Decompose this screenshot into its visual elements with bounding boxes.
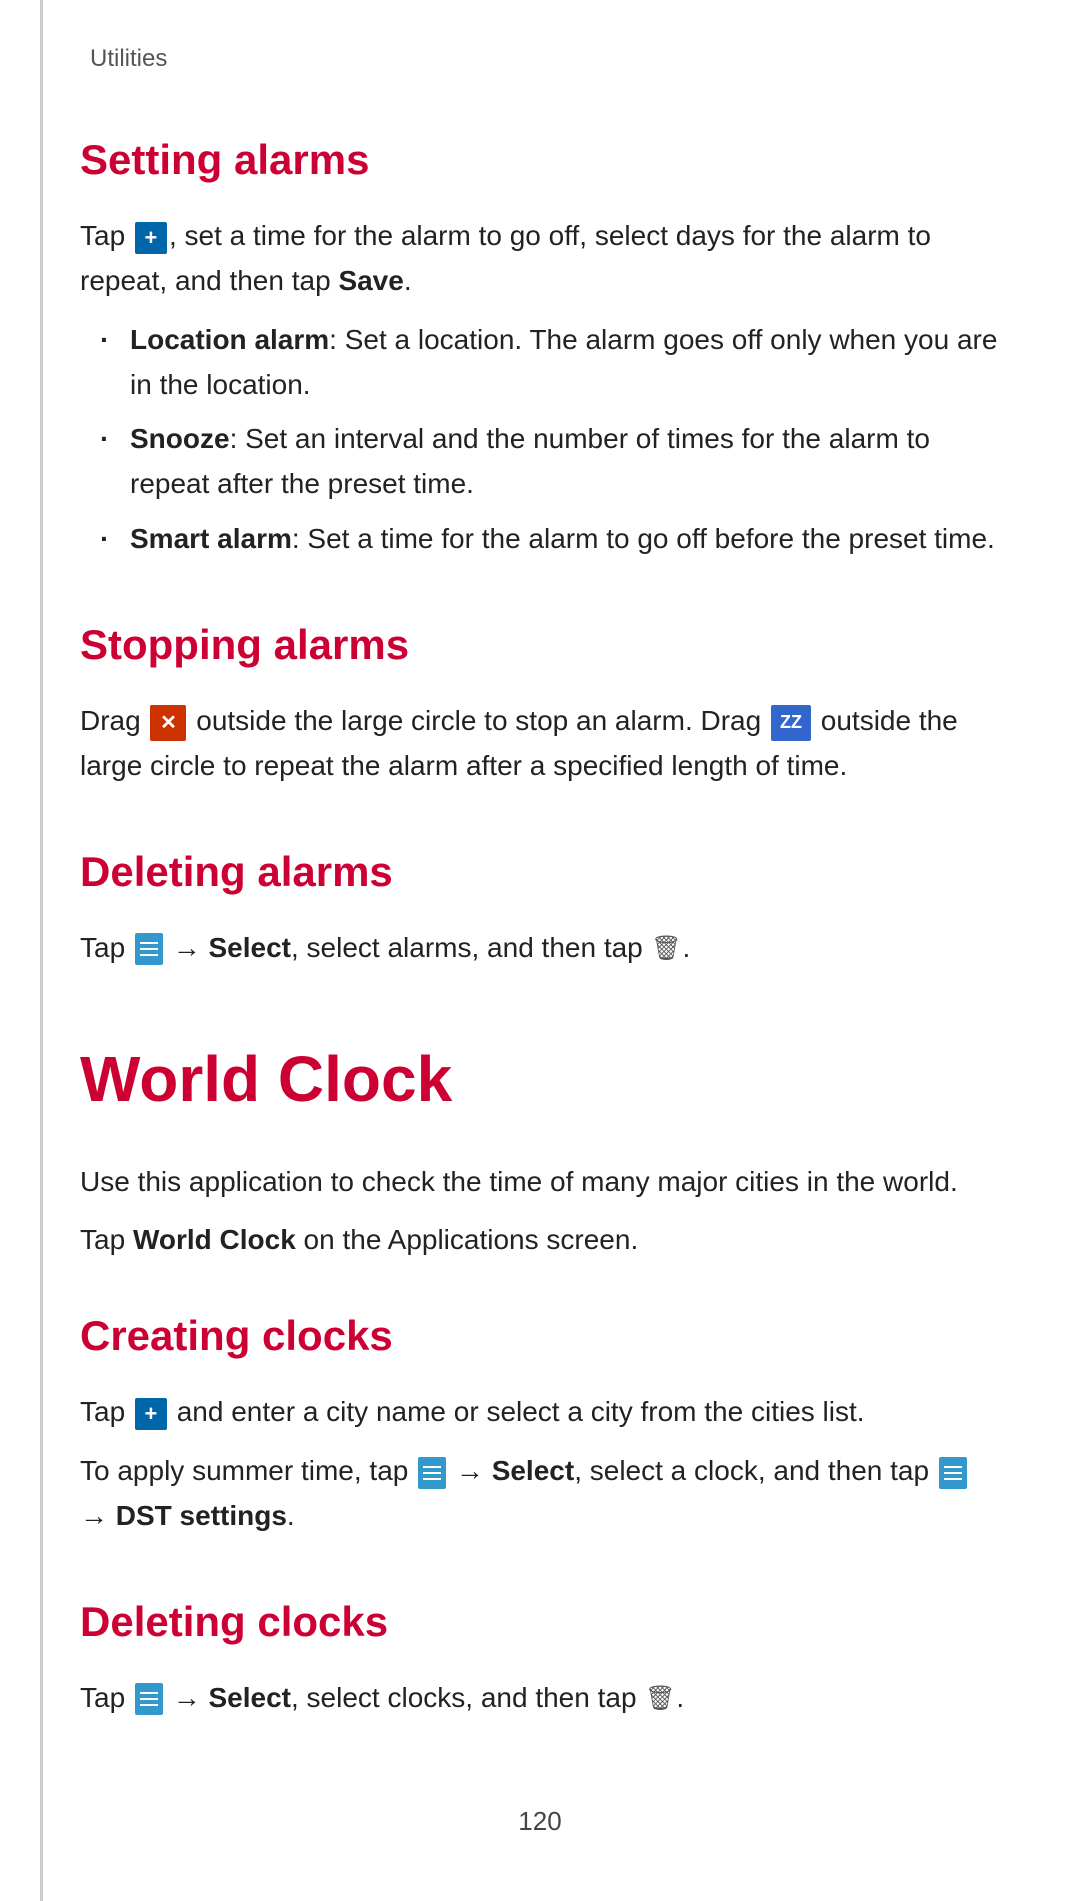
deleting-clocks-paragraph: Tap → Select, select clocks, and then ta…: [80, 1676, 1000, 1721]
snooze-label: Snooze: [130, 423, 230, 454]
world-clock-paragraph1: Use this application to check the time o…: [80, 1160, 1000, 1205]
creating-clocks-paragraph2: To apply summer time, tap → Select, sele…: [80, 1449, 1000, 1539]
world-clock-heading: World Clock: [80, 1030, 1000, 1129]
deleting-alarms-section: Deleting alarms Tap → Select, select ala…: [80, 839, 1000, 971]
page-number: 120: [80, 1801, 1000, 1841]
deleting-alarms-heading: Deleting alarms: [80, 839, 1000, 904]
creating-clocks-paragraph1: Tap + and enter a city name or select a …: [80, 1390, 1000, 1435]
menu-icon-creating: [418, 1457, 446, 1489]
list-item-snooze: Snooze: Set an interval and the number o…: [110, 417, 1000, 507]
select-bold-delete-alarms: Select: [209, 932, 292, 963]
list-item-location-alarm: Location alarm: Set a location. The alar…: [110, 318, 1000, 408]
setting-alarms-section: Setting alarms Tap +, set a time for the…: [80, 127, 1000, 562]
trash-icon-delete-alarms: 🗑: [653, 933, 681, 965]
save-bold: Save: [338, 265, 403, 296]
menu-icon-creating2: [939, 1457, 967, 1489]
stopping-alarms-paragraph: Drag ✕ outside the large circle to stop …: [80, 699, 1000, 789]
location-alarm-label: Location alarm: [130, 324, 329, 355]
world-clock-paragraph2: Tap World Clock on the Applications scre…: [80, 1218, 1000, 1263]
left-border: [40, 0, 43, 1901]
setting-alarms-heading: Setting alarms: [80, 127, 1000, 192]
plus-icon-creating: +: [135, 1398, 167, 1430]
x-icon: ✕: [150, 705, 186, 741]
zz-icon: ZZ: [771, 705, 811, 741]
deleting-alarms-paragraph: Tap → Select, select alarms, and then ta…: [80, 926, 1000, 971]
smart-alarm-label: Smart alarm: [130, 523, 292, 554]
deleting-clocks-section: Deleting clocks Tap → Select, select clo…: [80, 1589, 1000, 1721]
select-bold-creating: Select: [492, 1455, 575, 1486]
breadcrumb: Utilities: [90, 40, 1000, 77]
creating-clocks-heading: Creating clocks: [80, 1303, 1000, 1368]
setting-alarms-list: Location alarm: Set a location. The alar…: [110, 318, 1000, 562]
menu-icon-delete-clocks: [135, 1683, 163, 1715]
list-item-smart-alarm: Smart alarm: Set a time for the alarm to…: [110, 517, 1000, 562]
select-bold-delete-clocks: Select: [209, 1682, 292, 1713]
creating-clocks-section: Creating clocks Tap + and enter a city n…: [80, 1303, 1000, 1538]
world-clock-section: World Clock Use this application to chec…: [80, 1030, 1000, 1263]
stopping-alarms-heading: Stopping alarms: [80, 612, 1000, 677]
deleting-clocks-heading: Deleting clocks: [80, 1589, 1000, 1654]
trash-icon-delete-clocks: 🗑: [646, 1683, 674, 1715]
snooze-text: : Set an interval and the number of time…: [130, 423, 930, 499]
setting-alarms-paragraph: Tap +, set a time for the alarm to go of…: [80, 214, 1000, 304]
smart-alarm-text: : Set a time for the alarm to go off bef…: [292, 523, 995, 554]
stopping-alarms-section: Stopping alarms Drag ✕ outside the large…: [80, 612, 1000, 789]
world-clock-bold: World Clock: [133, 1224, 296, 1255]
menu-icon-delete-alarms: [135, 933, 163, 965]
dst-settings-bold: DST settings: [116, 1500, 287, 1531]
plus-icon: +: [135, 222, 167, 254]
